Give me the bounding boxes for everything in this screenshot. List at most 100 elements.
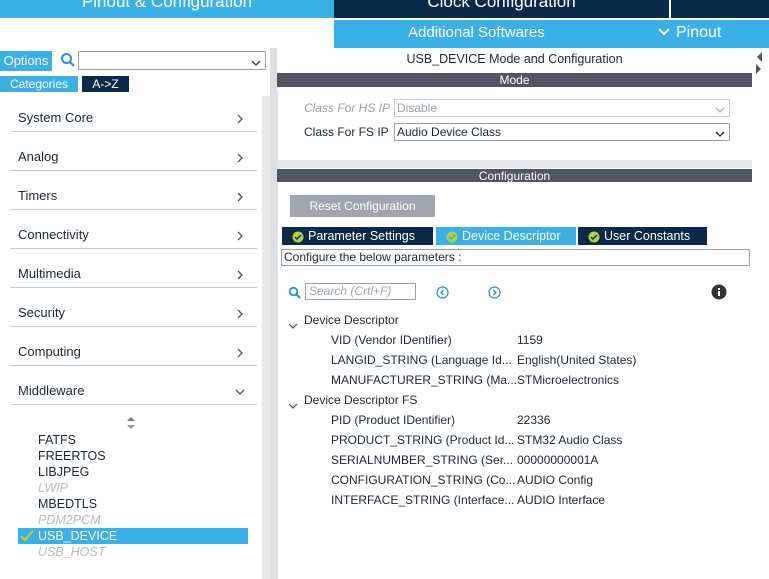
parameter-tree: Device Descriptor VID (Vendor IDentifier… — [278, 310, 753, 510]
category-label: Middleware — [18, 383, 85, 398]
list-item[interactable]: PDM2PCM — [18, 512, 248, 528]
chevron-down-icon — [658, 24, 670, 42]
tree-group-label: Device Descriptor FS — [304, 393, 418, 407]
list-item-label: MBEDTLS — [38, 497, 98, 511]
tab-device-descriptor[interactable]: Device Descriptor — [436, 227, 576, 245]
category-multimedia[interactable]: Multimedia — [10, 252, 257, 288]
chevron-down-icon — [715, 127, 725, 137]
category-connectivity[interactable]: Connectivity — [10, 213, 257, 249]
list-item[interactable]: MBEDTLS — [18, 496, 248, 512]
previous-result-icon[interactable] — [436, 286, 449, 299]
list-item-label: FREERTOS — [38, 449, 106, 463]
list-item-label: FATFS — [38, 433, 76, 447]
tab-parameter-settings[interactable]: Parameter Settings — [282, 227, 433, 245]
tree-param-row[interactable]: SERIALNUMBER_STRING (Ser... 00000000001A — [278, 450, 753, 470]
search-icon[interactable] — [288, 286, 301, 299]
param-value[interactable]: AUDIO Interface — [517, 490, 605, 510]
tree-param-row[interactable]: LANGID_STRING (Language Id... English(Un… — [278, 350, 753, 370]
category-label: Timers — [18, 188, 58, 203]
list-item-label: PDM2PCM — [38, 513, 101, 527]
param-value[interactable]: 1159 — [517, 330, 543, 350]
info-icon[interactable] — [711, 284, 727, 300]
additional-softwares-button[interactable]: Additional Softwares — [408, 24, 545, 41]
hs-class-value: Disable — [397, 101, 438, 115]
sort-icon[interactable] — [126, 416, 136, 430]
tree-group[interactable]: Device Descriptor FS — [278, 390, 753, 410]
category-label: System Core — [18, 110, 94, 125]
tab-label: Device Descriptor — [462, 229, 561, 243]
sub-toolbar: Additional Softwares Pinout — [0, 18, 769, 48]
fs-class-select[interactable]: Audio Device Class — [394, 123, 730, 141]
top-tab-bar: Pinout & Configuration Clock Configurati… — [0, 0, 769, 18]
panel-divider[interactable] — [270, 48, 277, 579]
hs-class-row: Class For HS IP — [304, 101, 394, 115]
category-security[interactable]: Security — [10, 291, 257, 327]
tab-pinout-configuration[interactable]: Pinout & Configuration — [0, 0, 334, 18]
tab-clock-configuration-label: Clock Configuration — [427, 0, 576, 11]
right-panel: USB_DEVICE Mode and Configuration Mode C… — [277, 48, 769, 579]
tree-param-row[interactable]: VID (Vendor IDentifier) 1159 — [278, 330, 753, 350]
param-value[interactable]: STM32 Audio Class — [517, 430, 622, 450]
param-value[interactable]: AUDIO Config — [517, 470, 593, 490]
tab-clock-configuration[interactable]: Clock Configuration — [334, 0, 669, 18]
param-name: PRODUCT_STRING (Product Id... — [331, 433, 515, 447]
search-input[interactable] — [78, 51, 266, 70]
mode-header: Mode — [277, 73, 752, 87]
tree-param-row[interactable]: INTERFACE_STRING (Interface... AUDIO Int… — [278, 490, 753, 510]
left-scrollbar[interactable] — [262, 96, 270, 579]
search-icon[interactable] — [60, 52, 76, 68]
pinout-menu-button[interactable]: Pinout — [658, 24, 721, 42]
category-computing[interactable]: Computing — [10, 330, 257, 366]
param-name: INTERFACE_STRING (Interface... — [331, 493, 515, 507]
list-item[interactable]: FREERTOS — [18, 448, 248, 464]
category-analog[interactable]: Analog — [10, 135, 257, 171]
list-item[interactable]: FATFS — [18, 432, 248, 448]
tab-user-constants[interactable]: User Constants — [578, 227, 707, 245]
configuration-section: Reset Configuration Parameter Settings D… — [277, 182, 752, 579]
tab-categories[interactable]: Categories — [0, 76, 78, 92]
chevron-right-icon — [235, 268, 245, 280]
param-value[interactable]: 00000000001A — [517, 450, 598, 470]
tab-a-to-z[interactable]: A->Z — [82, 76, 129, 92]
options-button[interactable]: Options — [0, 51, 52, 71]
section-spacer — [277, 160, 752, 168]
category-label: Multimedia — [18, 266, 81, 281]
list-item[interactable]: USB_HOST — [18, 544, 248, 560]
list-item-label: LWIP — [38, 481, 69, 495]
next-result-icon[interactable] — [488, 286, 501, 299]
category-timers[interactable]: Timers — [10, 174, 257, 210]
tree-param-row[interactable]: PRODUCT_STRING (Product Id... STM32 Audi… — [278, 430, 753, 450]
list-item[interactable]: LWIP — [18, 480, 248, 496]
category-middleware[interactable]: Middleware — [10, 369, 257, 405]
param-value[interactable]: STMicroelectronics — [517, 370, 619, 390]
chevron-right-icon — [235, 151, 245, 163]
tree-param-row[interactable]: CONFIGURATION_STRING (Co... AUDIO Config — [278, 470, 753, 490]
tab-extra[interactable] — [671, 0, 769, 18]
tree-param-row[interactable]: PID (Product IDentifier) 22336 — [278, 410, 753, 430]
fs-class-value: Audio Device Class — [397, 125, 502, 139]
param-name: PID (Product IDentifier) — [331, 413, 456, 427]
param-name: SERIALNUMBER_STRING (Ser... — [331, 453, 514, 467]
tree-param-row[interactable]: MANUFACTURER_STRING (Ma... STMicroelectr… — [278, 370, 753, 390]
tree-group[interactable]: Device Descriptor — [278, 310, 753, 330]
category-label: Analog — [18, 149, 59, 164]
mode-section: Class For HS IP Disable Class For FS IP … — [277, 90, 752, 160]
category-system-core[interactable]: System Core — [10, 96, 257, 132]
list-item[interactable]: LIBJPEG — [18, 464, 248, 480]
param-value[interactable]: 22336 — [517, 410, 550, 430]
param-name: VID (Vendor IDentifier) — [331, 333, 452, 347]
category-label: Security — [18, 305, 65, 320]
collapse-arrows-icon[interactable] — [753, 48, 765, 78]
list-item-label: USB_HOST — [38, 545, 106, 559]
param-value[interactable]: English(United States) — [517, 350, 636, 370]
list-item-label: USB_DEVICE — [38, 529, 118, 543]
hs-class-select[interactable]: Disable — [394, 99, 730, 117]
parameter-search-input[interactable]: Search (Crtl+F) — [305, 283, 416, 300]
param-name: MANUFACTURER_STRING (Ma... — [331, 373, 517, 387]
fs-class-label: Class For FS IP — [304, 125, 389, 139]
param-name: LANGID_STRING (Language Id... — [331, 353, 512, 367]
chevron-down-icon — [235, 385, 245, 395]
list-item-selected[interactable]: USB_DEVICE — [18, 528, 248, 544]
category-label: Connectivity — [18, 227, 89, 242]
reset-configuration-button[interactable]: Reset Configuration — [290, 195, 435, 217]
